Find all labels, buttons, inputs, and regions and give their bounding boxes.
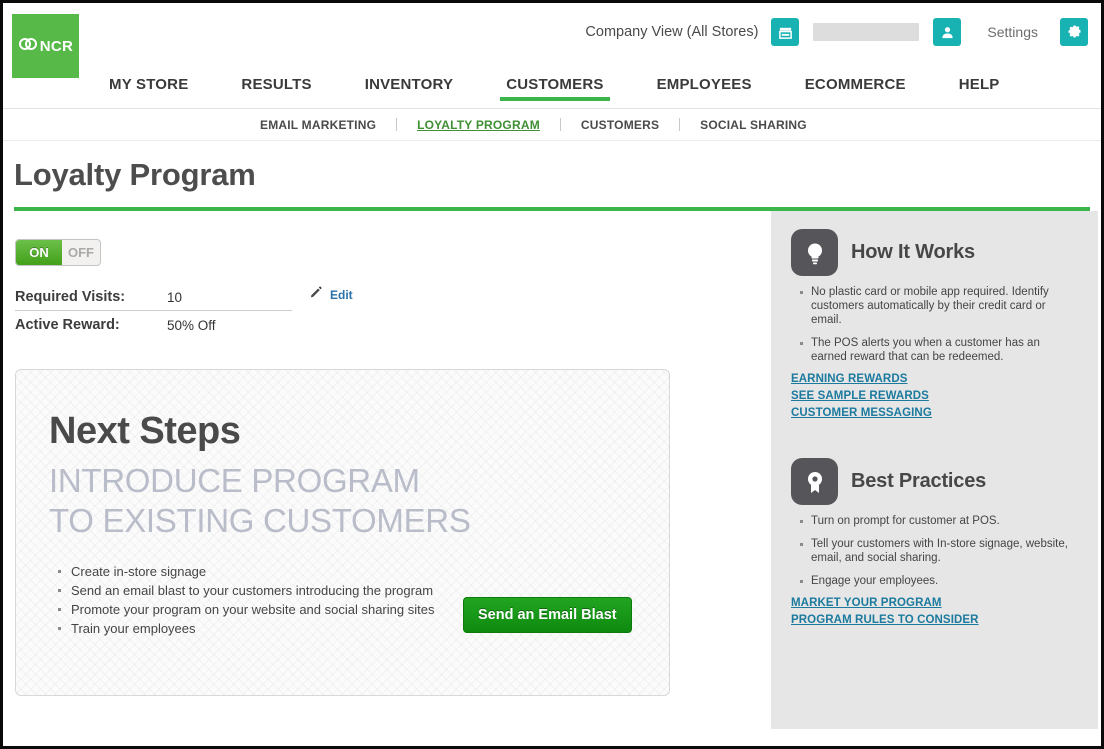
nav-item-results[interactable]: RESULTS	[241, 76, 311, 101]
page-title: Loyalty Program	[14, 157, 256, 192]
how-it-works-title: How It Works	[851, 241, 975, 263]
send-email-blast-button[interactable]: Send an Email Blast	[463, 597, 632, 633]
list-item: Create in-store signage	[58, 562, 669, 581]
subnav-divider	[679, 118, 681, 131]
settings-label[interactable]: Settings	[987, 24, 1038, 40]
page-content: ON OFF Required Visits: 10 Edit Active R…	[3, 211, 1101, 746]
best-practices-panel: Best Practices Turn on prompt for custom…	[771, 440, 1098, 626]
program-on-off-toggle[interactable]: ON OFF	[15, 239, 101, 266]
subnav-item-email-marketing[interactable]: EMAIL MARKETING	[260, 118, 376, 132]
how-it-works-links: EARNING REWARDS SEE SAMPLE REWARDS CUSTO…	[791, 373, 1078, 419]
app-window: NCR Company View (All Stores) Settings M…	[0, 0, 1104, 749]
required-visits-label: Required Visits:	[15, 289, 126, 305]
person-icon[interactable]	[933, 18, 962, 46]
list-item: Engage your employees.	[800, 574, 1078, 588]
nav-item-inventory[interactable]: INVENTORY	[365, 76, 453, 101]
list-item: Tell your customers with In-store signag…	[800, 537, 1078, 565]
subnav-item-loyalty-program[interactable]: LOYALTY PROGRAM	[417, 118, 540, 132]
active-reward-label: Active Reward:	[15, 317, 120, 333]
required-visits-row: Required Visits: 10 Edit	[15, 283, 743, 311]
link-see-sample-rewards[interactable]: SEE SAMPLE REWARDS	[791, 390, 1078, 402]
best-practices-title: Best Practices	[851, 470, 987, 492]
nav-item-ecommerce[interactable]: ECOMMERCE	[805, 76, 906, 101]
company-view-label: Company View (All Stores)	[585, 24, 759, 40]
toggle-on-label[interactable]: ON	[16, 240, 62, 265]
gear-icon[interactable]	[1060, 18, 1088, 46]
nav-item-my-store[interactable]: MY STORE	[109, 76, 188, 101]
required-visits-value: 10	[167, 289, 183, 305]
user-name-redacted	[813, 23, 920, 41]
next-steps-subtitle-line1: INTRODUCE PROGRAM	[49, 462, 420, 499]
next-steps-title: Next Steps	[49, 410, 241, 452]
subnav-item-social-sharing[interactable]: SOCIAL SHARING	[700, 118, 807, 132]
link-customer-messaging[interactable]: CUSTOMER MESSAGING	[791, 407, 1078, 419]
link-program-rules-to-consider[interactable]: PROGRAM RULES TO CONSIDER	[791, 614, 1078, 626]
store-icon[interactable]	[771, 18, 800, 46]
toggle-off-label[interactable]: OFF	[62, 240, 100, 265]
sub-navigation: EMAIL MARKETING LOYALTY PROGRAM CUSTOMER…	[3, 109, 1101, 141]
how-it-works-header: How It Works	[791, 211, 1078, 276]
list-item: The POS alerts you when a customer has a…	[800, 336, 1078, 364]
award-badge-icon	[791, 458, 838, 505]
best-practices-header: Best Practices	[791, 440, 1078, 505]
left-column: ON OFF Required Visits: 10 Edit Active R…	[3, 211, 743, 696]
app-header: NCR Company View (All Stores) Settings	[3, 3, 1101, 78]
active-reward-value: 50% Off	[167, 317, 216, 333]
list-item: No plastic card or mobile app required. …	[800, 285, 1078, 327]
next-steps-subtitle: INTRODUCE PROGRAM TO EXISTING CUSTOMERS	[16, 453, 669, 540]
next-steps-subtitle-line2: TO EXISTING CUSTOMERS	[49, 501, 471, 539]
main-navigation: MY STORE RESULTS INVENTORY CUSTOMERS EMP…	[3, 76, 1101, 109]
best-practices-list: Turn on prompt for customer at POS. Tell…	[791, 514, 1078, 588]
nav-item-help[interactable]: HELP	[959, 76, 1000, 101]
pencil-icon	[309, 285, 324, 305]
subnav-divider	[559, 118, 561, 131]
link-earning-rewards[interactable]: EARNING REWARDS	[791, 373, 1078, 385]
ncr-logo[interactable]: NCR	[12, 14, 79, 78]
ncr-logo-text: NCR	[39, 37, 74, 55]
nav-item-employees[interactable]: EMPLOYEES	[657, 76, 752, 101]
edit-button[interactable]: Edit	[309, 285, 353, 305]
next-steps-panel: Next Steps INTRODUCE PROGRAM TO EXISTING…	[15, 369, 670, 696]
subnav-item-customers[interactable]: CUSTOMERS	[581, 118, 659, 132]
info-sidebar: How It Works No plastic card or mobile a…	[771, 211, 1098, 729]
lightbulb-icon	[791, 229, 838, 276]
subnav-divider	[396, 118, 398, 131]
how-it-works-panel: How It Works No plastic card or mobile a…	[771, 211, 1098, 419]
ncr-interlocking-circles-logo-icon	[18, 36, 38, 57]
how-it-works-list: No plastic card or mobile app required. …	[791, 285, 1078, 364]
link-market-your-program[interactable]: MARKET YOUR PROGRAM	[791, 597, 1078, 609]
edit-label[interactable]: Edit	[330, 288, 353, 302]
active-reward-row: Active Reward: 50% Off	[15, 311, 743, 339]
header-right-controls: Company View (All Stores) Settings	[585, 15, 1088, 49]
panel-spacer	[771, 424, 1098, 440]
list-item: Turn on prompt for customer at POS.	[800, 514, 1078, 528]
nav-item-customers[interactable]: CUSTOMERS	[500, 76, 610, 101]
best-practices-links: MARKET YOUR PROGRAM PROGRAM RULES TO CON…	[791, 597, 1078, 626]
